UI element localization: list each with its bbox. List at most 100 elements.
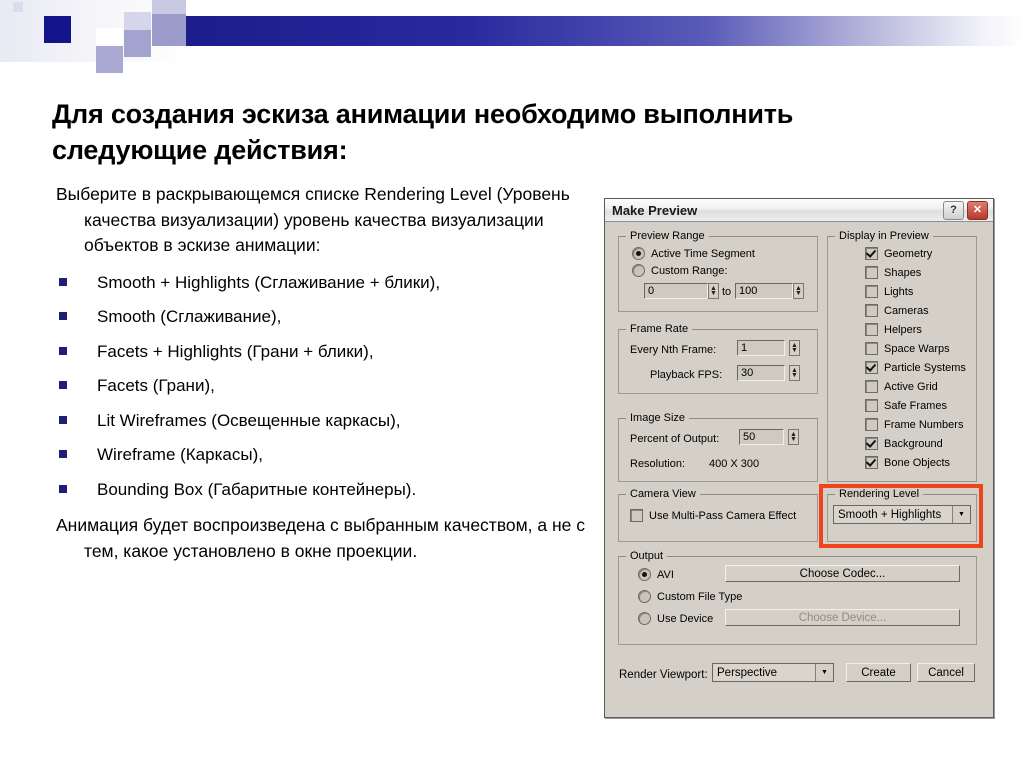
header-gradient-bar: [186, 16, 1024, 46]
bullet-square-icon: [59, 450, 67, 458]
list-item-label: Smooth (Сглаживание),: [97, 307, 282, 326]
avi-radio[interactable]: AVI: [638, 568, 674, 581]
output-group: Output AVI Choose Codec... Custom File T…: [618, 550, 977, 645]
range-from-input[interactable]: 0: [644, 283, 708, 299]
list-item-label: Facets + Highlights (Грани + блики),: [97, 341, 374, 361]
radio-icon-active-time-segment: [632, 247, 645, 260]
display-checkbox-label: Background: [884, 437, 943, 450]
percent-of-output-spinner[interactable]: ▲ ▼: [788, 429, 799, 445]
display-checkbox-geometry[interactable]: Geometry: [865, 247, 932, 260]
display-checkbox-shapes[interactable]: Shapes: [865, 266, 921, 279]
checkbox-icon: [865, 323, 878, 336]
list-item: Facets (Грани),: [56, 375, 601, 396]
display-checkbox-cameras[interactable]: Cameras: [865, 304, 929, 317]
rendering-level-selected-value: Smooth + Highlights: [838, 508, 942, 521]
playback-fps-spinner[interactable]: ▲ ▼: [789, 365, 800, 381]
use-device-radio[interactable]: Use Device: [638, 612, 713, 625]
slide-content: Выберите в раскрывающемся списке Renderi…: [56, 182, 601, 564]
render-viewport-label: Render Viewport:: [619, 669, 708, 681]
bullet-square-icon: [59, 381, 67, 389]
display-checkbox-frame-numbers[interactable]: Frame Numbers: [865, 418, 963, 431]
list-item-label: Lit Wireframes (Освещенные каркасы),: [97, 410, 401, 430]
every-nth-frame-spinner[interactable]: ▲ ▼: [789, 340, 800, 356]
percent-of-output-input[interactable]: 50: [739, 429, 784, 445]
checkbox-icon: [865, 247, 878, 260]
bullet-square-icon: [59, 415, 67, 424]
resolution-label: Resolution:: [630, 458, 686, 470]
make-preview-dialog: Make Preview ? ✕ Preview Range Active Ti…: [604, 198, 994, 718]
display-checkbox-label: Shapes: [884, 266, 922, 279]
render-viewport-dropdown[interactable]: Perspective ▼: [712, 663, 834, 682]
decorative-header-banner: [0, 0, 1024, 73]
header-square-mid: [152, 14, 186, 46]
custom-file-type-radio[interactable]: Custom File Type: [638, 590, 742, 603]
display-checkbox-helpers[interactable]: Helpers: [865, 323, 922, 336]
percent-of-output-label: Percent of Output:: [630, 433, 720, 445]
chevron-down-icon: ▼: [952, 506, 970, 523]
list-item: Lit Wireframes (Освещенные каркасы),: [56, 410, 601, 431]
checkbox-icon: [865, 399, 878, 412]
display-checkbox-label: Space Warps: [884, 342, 950, 355]
checkbox-icon: [865, 380, 878, 393]
list-item-label: Bounding Box (Габаритные контейнеры).: [97, 479, 417, 499]
range-to-label: to: [722, 286, 732, 298]
range-to-input[interactable]: 100: [735, 283, 793, 299]
checkbox-icon: [865, 285, 878, 298]
rendering-level-dropdown[interactable]: Smooth + Highlights ▼: [833, 505, 971, 524]
checkbox-icon: [865, 266, 878, 279]
display-checkbox-background[interactable]: Background: [865, 437, 943, 450]
help-icon[interactable]: ?: [943, 200, 964, 220]
display-checkbox-label: Active Grid: [884, 380, 938, 393]
display-checkbox-bone-objects[interactable]: Bone Objects: [865, 456, 950, 469]
playback-fps-input[interactable]: 30: [737, 365, 785, 381]
checkbox-icon-multipass: [630, 509, 643, 522]
display-checkbox-label: Bone Objects: [884, 456, 951, 469]
list-item: Facets + Highlights (Грани + блики),: [56, 341, 601, 362]
frame-rate-group: Frame Rate Every Nth Frame: 1 ▲ ▼ Playbac…: [618, 323, 818, 394]
display-checkbox-label: Helpers: [884, 323, 922, 336]
display-checkbox-label: Geometry: [884, 247, 933, 260]
header-square-tiny: [13, 2, 23, 12]
every-nth-frame-input[interactable]: 1: [737, 340, 785, 356]
display-checkbox-particle-systems[interactable]: Particle Systems: [865, 361, 966, 374]
use-multipass-camera-effect-label: Use Multi-Pass Camera Effect: [649, 509, 797, 522]
intro-paragraph: Выберите в раскрывающемся списке Renderi…: [56, 184, 570, 255]
list-item: Smooth (Сглаживание),: [56, 306, 601, 327]
use-multipass-camera-effect-checkbox[interactable]: Use Multi-Pass Camera Effect: [630, 509, 796, 522]
create-button[interactable]: Create: [846, 663, 911, 682]
close-icon[interactable]: ✕: [967, 200, 988, 220]
display-checkbox-lights[interactable]: Lights: [865, 285, 913, 298]
dialog-titlebar[interactable]: Make Preview ? ✕: [605, 199, 993, 222]
bullet-square-icon: [59, 277, 67, 286]
display-checkbox-label: Lights: [884, 285, 914, 298]
display-checkbox-safe-frames[interactable]: Safe Frames: [865, 399, 947, 412]
preview-range-group: Preview Range Active Time Segment Custom…: [618, 230, 818, 312]
custom-file-type-label: Custom File Type: [657, 590, 743, 603]
choose-codec-button[interactable]: Choose Codec...: [725, 565, 960, 582]
list-item: Wireframe (Каркасы),: [56, 444, 601, 465]
image-size-group: Image Size Percent of Output: 50 ▲ ▼ Reso…: [618, 412, 818, 482]
chevron-down-icon-viewport: ▼: [815, 664, 833, 681]
checkbox-icon: [865, 342, 878, 355]
display-checkbox-active-grid[interactable]: Active Grid: [865, 380, 938, 393]
range-to-spinner[interactable]: ▲ ▼: [793, 283, 804, 299]
display-checkbox-space-warps[interactable]: Space Warps: [865, 342, 950, 355]
use-device-label: Use Device: [657, 612, 714, 625]
dialog-body: Preview Range Active Time Segment Custom…: [605, 222, 993, 716]
choose-device-button[interactable]: Choose Device...: [725, 609, 960, 626]
resolution-value: 400 X 300: [709, 458, 760, 470]
active-time-segment-radio[interactable]: Active Time Segment: [632, 247, 755, 260]
list-item-label: Wireframe (Каркасы),: [97, 445, 263, 464]
cancel-button[interactable]: Cancel: [917, 663, 975, 682]
list-item: Bounding Box (Габаритные контейнеры).: [56, 479, 601, 500]
range-from-spinner[interactable]: ▲ ▼: [708, 283, 719, 299]
bullet-square-icon: [59, 346, 67, 355]
checkbox-icon: [865, 437, 878, 450]
radio-icon-use-device: [638, 612, 651, 625]
custom-range-radio[interactable]: Custom Range:: [632, 264, 727, 277]
every-nth-frame-label: Every Nth Frame:: [630, 344, 717, 356]
outro-paragraph: Анимация будет воспроизведена с выбранны…: [56, 515, 586, 561]
header-square-navy: [44, 16, 71, 43]
bullet-square-icon: [59, 484, 67, 493]
radio-icon-custom-range: [632, 264, 645, 277]
